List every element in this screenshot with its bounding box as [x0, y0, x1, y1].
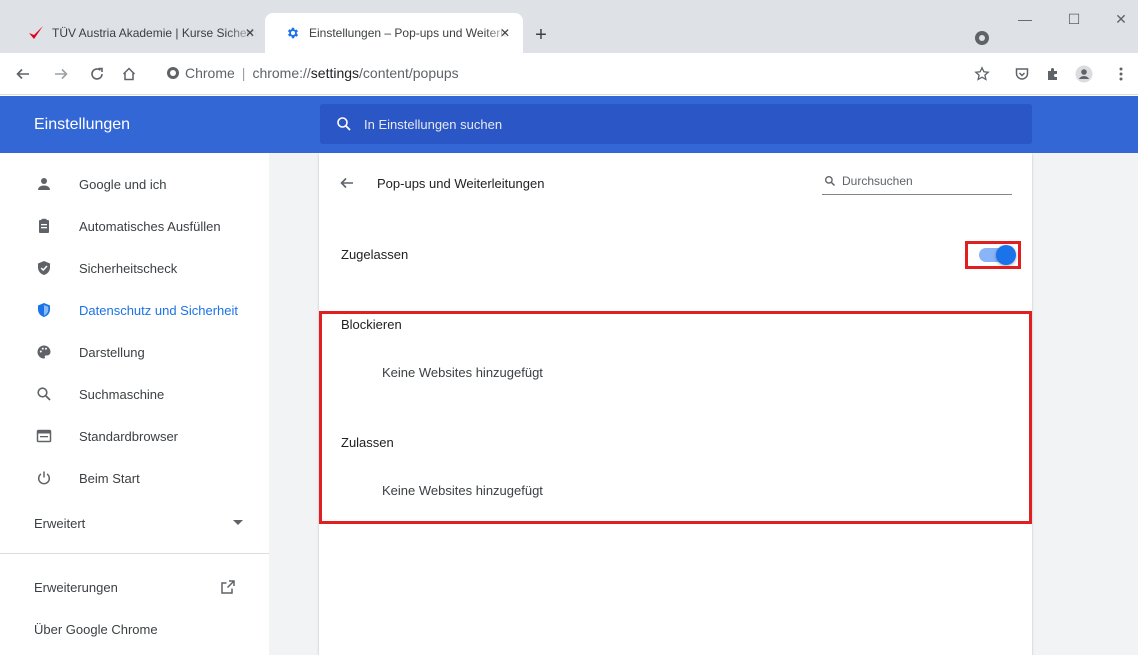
tab-strip: TÜV Austria Akademie | Kurse Sicherheit … [0, 0, 1138, 53]
bookmark-star-icon[interactable] [973, 65, 991, 83]
sidebar-divider [0, 553, 269, 554]
shield-icon [34, 300, 54, 320]
sidebar-item-erweitert[interactable]: Erweitert [0, 502, 269, 544]
palette-icon [34, 342, 54, 362]
address-path: /content/popups [359, 65, 459, 81]
search-icon [824, 175, 836, 187]
sidebar-item-label: Über Google Chrome [34, 621, 158, 637]
address-bar[interactable]: Chrome | chrome://settings/content/popup… [155, 58, 1015, 88]
site-search-field[interactable]: Durchsuchen [822, 168, 1012, 195]
settings-sidebar: Google und ich Automatisches Ausfüllen S… [0, 153, 269, 655]
sidebar-item-suchmaschine[interactable]: Suchmaschine [0, 373, 269, 415]
sidebar-item-darstellung[interactable]: Darstellung [0, 331, 269, 373]
profile-avatar-icon[interactable] [1075, 65, 1093, 83]
tab-einstellungen[interactable]: Einstellungen – Pop-ups und Weiterleitun… [265, 13, 523, 53]
highlight-lists-box [319, 311, 1032, 524]
highlight-toggle-box [965, 241, 1021, 269]
extensions-puzzle-icon[interactable] [1044, 65, 1062, 83]
sidebar-item-label: Standardbrowser [79, 428, 178, 444]
sidebar-item-erweiterungen[interactable]: Erweiterungen [0, 566, 269, 608]
pocket-extension-icon[interactable] [1013, 65, 1031, 83]
home-icon[interactable] [120, 65, 138, 83]
tab-tuev-akademie[interactable]: TÜV Austria Akademie | Kurse Sicherheit … [8, 13, 268, 53]
page-title: Pop-ups und Weiterleitungen [377, 176, 545, 191]
sidebar-item-label: Beim Start [79, 470, 140, 486]
address-separator: | [241, 65, 246, 81]
close-window-button[interactable]: ✕ [1112, 10, 1130, 28]
address-chip: Chrome [185, 65, 235, 81]
tab-title: Einstellungen – Pop-ups und Weiterleitun… [309, 26, 509, 40]
sidebar-item-ueber-chrome[interactable]: Über Google Chrome [0, 608, 269, 650]
settings-title: Einstellungen [34, 116, 131, 133]
sidebar-item-beim-start[interactable]: Beim Start [0, 457, 269, 499]
settings-header: Einstellungen [0, 96, 1138, 153]
person-icon [34, 174, 54, 194]
clipboard-icon [34, 216, 54, 236]
sidebar-item-label: Automatisches Ausfüllen [79, 218, 221, 234]
settings-search-input[interactable] [364, 116, 964, 132]
tab-close-icon[interactable]: ✕ [497, 25, 513, 41]
sidebar-item-label: Erweitert [34, 515, 86, 531]
sidebar-item-sicherheitscheck[interactable]: Sicherheitscheck [0, 247, 269, 289]
sidebar-item-datenschutz[interactable]: Datenschutz und Sicherheit [0, 289, 269, 331]
sidebar-item-automatisches-ausfuellen[interactable]: Automatisches Ausfüllen [0, 205, 269, 247]
shield-check-icon [34, 258, 54, 278]
power-icon [34, 468, 54, 488]
sidebar-item-label: Google und ich [79, 176, 167, 192]
sidebar-item-label: Suchmaschine [79, 386, 165, 402]
minimize-button[interactable]: — [1016, 10, 1034, 28]
sidebar-item-standardbrowser[interactable]: Standardbrowser [0, 415, 269, 457]
forward-arrow-icon[interactable] [52, 65, 70, 83]
chrome-icon [167, 67, 179, 79]
allowed-label: Zugelassen [341, 247, 409, 262]
caret-down-icon [233, 520, 243, 526]
kebab-menu-icon[interactable] [1112, 65, 1130, 83]
search-icon [34, 384, 54, 404]
sidebar-item-google-und-ich[interactable]: Google und ich [0, 163, 269, 205]
search-icon [336, 116, 352, 132]
tab-search-icon[interactable] [975, 31, 989, 45]
back-arrow-icon[interactable] [337, 173, 357, 193]
settings-gear-icon [285, 25, 301, 41]
new-tab-button[interactable]: + [533, 25, 549, 45]
open-in-new-icon [221, 580, 235, 594]
reload-icon[interactable] [88, 65, 106, 83]
tuev-checkmark-icon [28, 25, 44, 41]
tab-title: TÜV Austria Akademie | Kurse Sicherheit [52, 26, 257, 40]
maximize-button[interactable]: ☐ [1065, 10, 1083, 28]
sidebar-item-label: Datenschutz und Sicherheit [79, 302, 238, 318]
sidebar-item-label: Erweiterungen [34, 579, 118, 595]
sidebar-item-label: Darstellung [79, 344, 145, 360]
site-search-placeholder: Durchsuchen [842, 174, 913, 188]
back-arrow-icon[interactable] [14, 65, 32, 83]
settings-search[interactable] [320, 104, 1032, 144]
tab-close-icon[interactable]: ✕ [242, 25, 258, 41]
browser-toolbar: Chrome | chrome://settings/content/popup… [0, 53, 1138, 95]
address-scheme: chrome:// [252, 65, 311, 81]
browser-icon [34, 426, 54, 446]
address-host: settings [310, 65, 360, 81]
sidebar-item-label: Sicherheitscheck [79, 260, 178, 276]
